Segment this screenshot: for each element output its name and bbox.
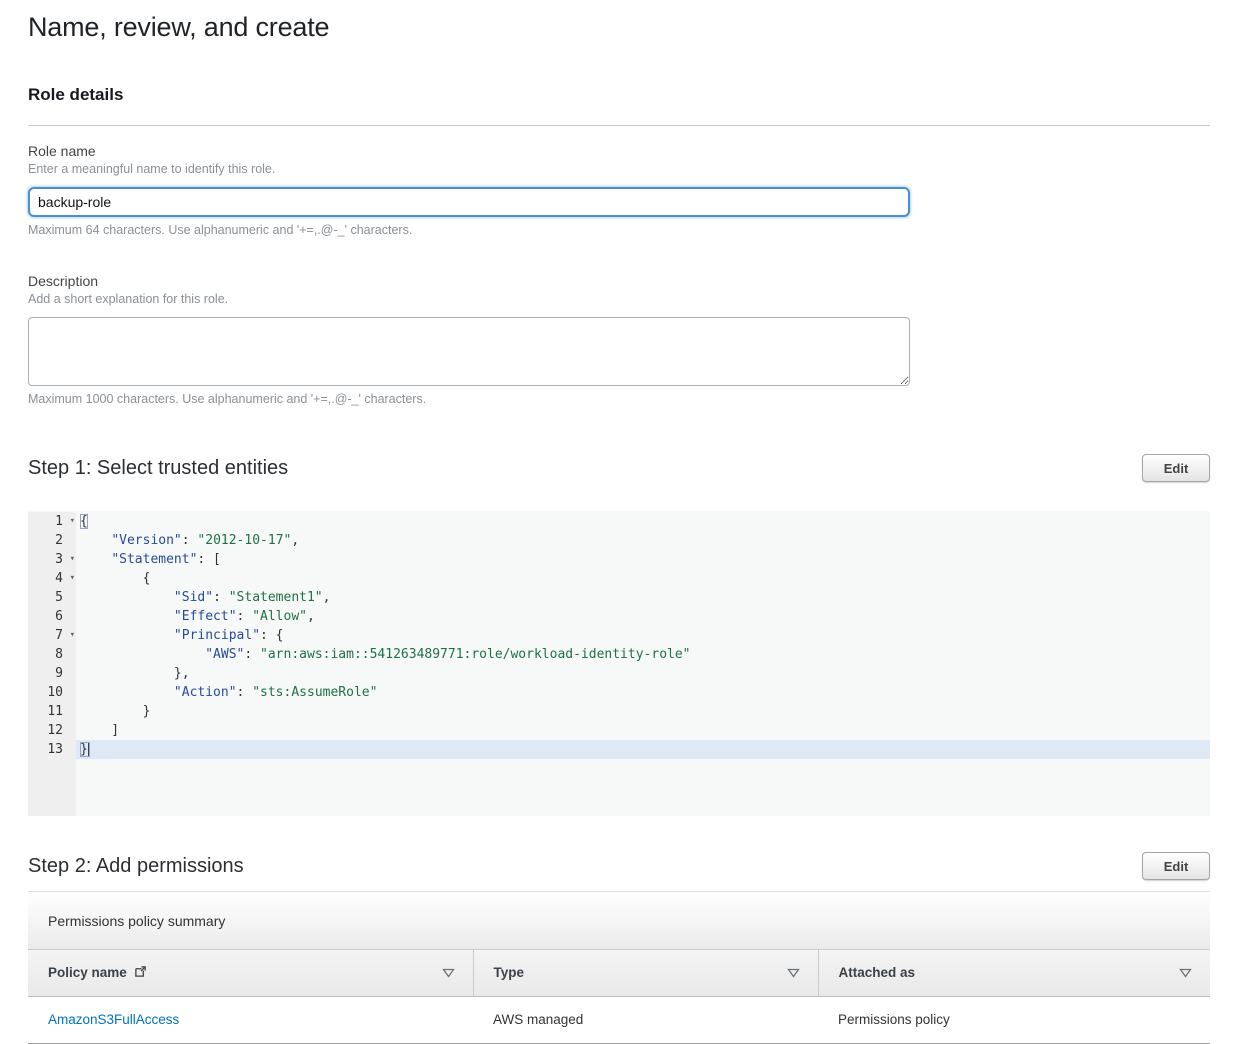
role-name-help: Enter a meaningful name to identify this… bbox=[28, 162, 1210, 176]
editor-line-number: 9 bbox=[28, 664, 76, 683]
edit-permissions-button[interactable]: Edit bbox=[1142, 852, 1210, 880]
description-label: Description bbox=[28, 273, 1210, 289]
sort-policy-name-icon[interactable] bbox=[440, 966, 457, 980]
permissions-summary-table: Policy name bbox=[28, 950, 1210, 1044]
editor-line[interactable]: 9 }, bbox=[28, 664, 1210, 683]
table-header-row: Policy name bbox=[28, 950, 1210, 996]
editor-line-number: 10 bbox=[28, 683, 76, 702]
external-link-icon bbox=[134, 965, 147, 978]
editor-line-number: 4▾ bbox=[28, 569, 76, 588]
name-review-create-page: Name, review, and create Role details Ro… bbox=[0, 0, 1242, 1044]
trust-policy-editor[interactable]: 1▾{2 "Version": "2012-10-17",3▾ "Stateme… bbox=[28, 511, 1210, 816]
editor-line[interactable]: 2 "Version": "2012-10-17", bbox=[28, 531, 1210, 550]
editor-code-text: "Effect": "Allow", bbox=[76, 607, 1210, 626]
attached-as-header-label: Attached as bbox=[839, 965, 916, 980]
permissions-summary-title: Permissions policy summary bbox=[28, 891, 1210, 950]
attached-as-cell: Permissions policy bbox=[818, 996, 1210, 1043]
editor-line-number: 13 bbox=[28, 740, 76, 759]
role-name-field: Role name Enter a meaningful name to ide… bbox=[28, 143, 1210, 237]
policy-type-cell: AWS managed bbox=[473, 996, 818, 1043]
description-help: Add a short explanation for this role. bbox=[28, 292, 1210, 306]
fold-arrow-icon[interactable]: ▾ bbox=[70, 550, 75, 569]
role-details-divider bbox=[28, 125, 1210, 126]
editor-code-text: } bbox=[76, 702, 1210, 721]
editor-line-number: 1▾ bbox=[28, 512, 76, 531]
editor-code-text: "Action": "sts:AssumeRole" bbox=[76, 683, 1210, 702]
editor-line[interactable]: 8 "AWS": "arn:aws:iam::541263489771:role… bbox=[28, 645, 1210, 664]
fold-arrow-icon[interactable]: ▾ bbox=[70, 569, 75, 588]
step1-header: Step 1: Select trusted entities Edit bbox=[28, 454, 1210, 482]
column-header-policy-name[interactable]: Policy name bbox=[28, 950, 473, 996]
description-textarea[interactable] bbox=[28, 317, 910, 386]
fold-arrow-icon[interactable]: ▾ bbox=[70, 512, 75, 531]
editor-line[interactable]: 12 ] bbox=[28, 721, 1210, 740]
column-header-attached-as[interactable]: Attached as bbox=[818, 950, 1210, 996]
editor-code-text: "Sid": "Statement1", bbox=[76, 588, 1210, 607]
step2-heading: Step 2: Add permissions bbox=[28, 855, 244, 878]
permissions-summary-panel: Permissions policy summary Policy name bbox=[28, 891, 1210, 1044]
step2-header: Step 2: Add permissions Edit bbox=[28, 852, 1210, 880]
editor-line[interactable]: 6 "Effect": "Allow", bbox=[28, 607, 1210, 626]
column-header-type[interactable]: Type bbox=[473, 950, 818, 996]
description-constraint: Maximum 1000 characters. Use alphanumeri… bbox=[28, 392, 1210, 406]
editor-line-number: 6 bbox=[28, 607, 76, 626]
editor-code-text: }, bbox=[76, 664, 1210, 683]
sort-attached-as-icon[interactable] bbox=[1177, 966, 1194, 980]
editor-code-text: ] bbox=[76, 721, 1210, 740]
editor-line[interactable]: 7▾ "Principal": { bbox=[28, 626, 1210, 645]
editor-line[interactable]: 11 } bbox=[28, 702, 1210, 721]
editor-code-text: "Statement": [ bbox=[76, 550, 1210, 569]
editor-line-number: 8 bbox=[28, 645, 76, 664]
editor-line-number: 12 bbox=[28, 721, 76, 740]
editor-line-number: 11 bbox=[28, 702, 76, 721]
role-name-constraint: Maximum 64 characters. Use alphanumeric … bbox=[28, 223, 1210, 237]
edit-trusted-entities-button[interactable]: Edit bbox=[1142, 454, 1210, 482]
editor-code-text: "Version": "2012-10-17", bbox=[76, 531, 1210, 550]
editor-line-number: 5 bbox=[28, 588, 76, 607]
editor-line-number: 3▾ bbox=[28, 550, 76, 569]
fold-arrow-icon[interactable]: ▾ bbox=[70, 626, 75, 645]
editor-line[interactable]: 5 "Sid": "Statement1", bbox=[28, 588, 1210, 607]
editor-line[interactable]: 10 "Action": "sts:AssumeRole" bbox=[28, 683, 1210, 702]
editor-code-text: { bbox=[76, 512, 1210, 531]
policy-name-header-label: Policy name bbox=[48, 965, 127, 980]
page-title: Name, review, and create bbox=[28, 12, 1210, 43]
editor-code-text: } bbox=[76, 740, 1210, 759]
editor-code-text: "Principal": { bbox=[76, 626, 1210, 645]
editor-line-number: 2 bbox=[28, 531, 76, 550]
type-header-label: Type bbox=[494, 965, 525, 980]
sort-type-icon[interactable] bbox=[785, 966, 802, 980]
editor-line[interactable]: 13} bbox=[28, 740, 1210, 759]
policy-link[interactable]: AmazonS3FullAccess bbox=[48, 1012, 179, 1027]
editor-code-text: { bbox=[76, 569, 1210, 588]
editor-code-text: "AWS": "arn:aws:iam::541263489771:role/w… bbox=[76, 645, 1210, 664]
editor-line[interactable]: 1▾{ bbox=[28, 512, 1210, 531]
step1-heading: Step 1: Select trusted entities bbox=[28, 457, 288, 480]
table-row: AmazonS3FullAccess AWS managed Permissio… bbox=[28, 996, 1210, 1043]
description-field: Description Add a short explanation for … bbox=[28, 273, 1210, 406]
editor-line[interactable]: 3▾ "Statement": [ bbox=[28, 550, 1210, 569]
role-details-heading: Role details bbox=[28, 85, 1210, 105]
policy-name-cell: AmazonS3FullAccess bbox=[28, 996, 473, 1043]
role-name-input[interactable] bbox=[28, 187, 910, 217]
role-name-label: Role name bbox=[28, 143, 1210, 159]
editor-empty-area[interactable] bbox=[28, 759, 1210, 816]
editor-line[interactable]: 4▾ { bbox=[28, 569, 1210, 588]
editor-line-number: 7▾ bbox=[28, 626, 76, 645]
